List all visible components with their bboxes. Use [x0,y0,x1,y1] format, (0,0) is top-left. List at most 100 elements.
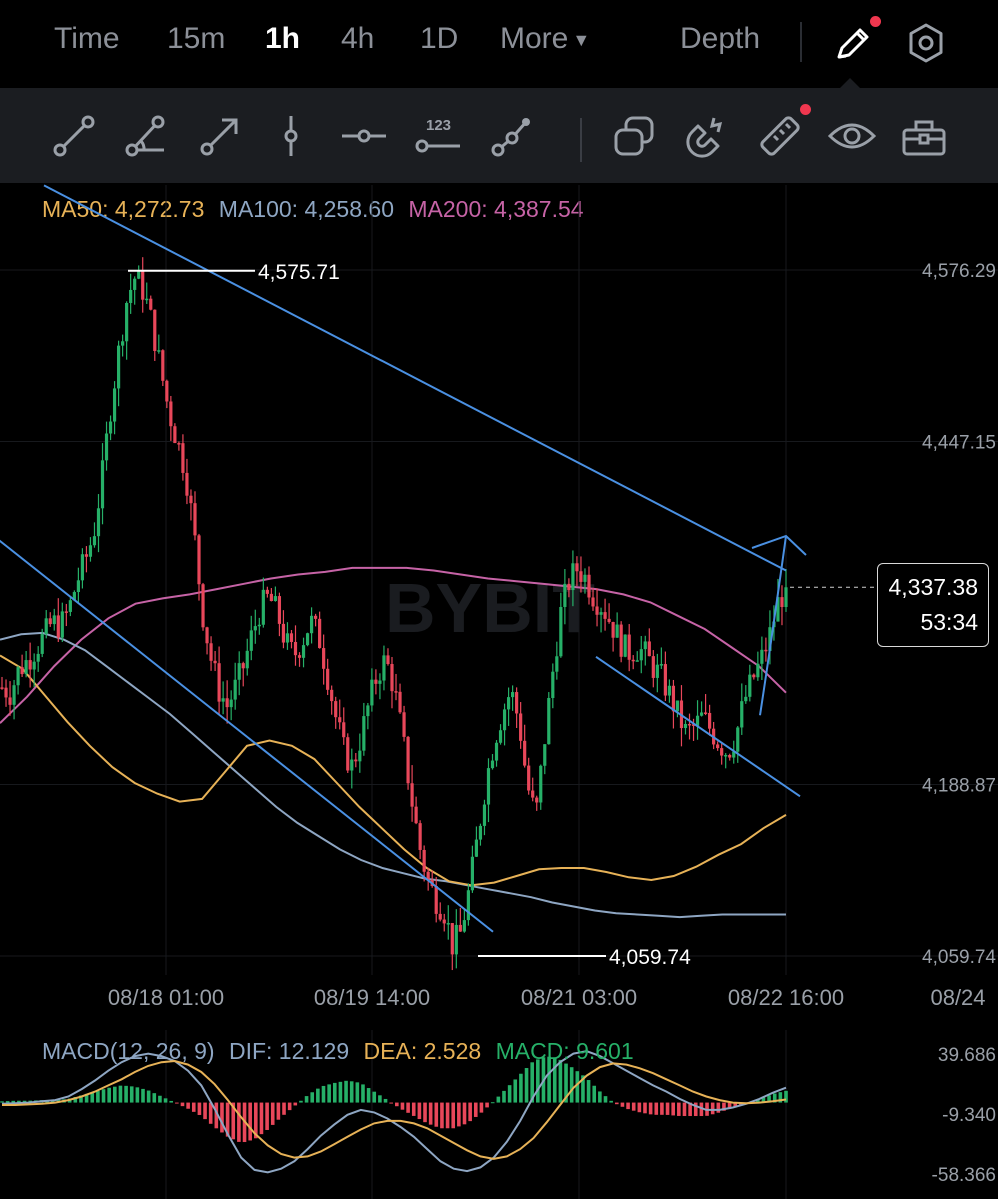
macd-hist-bar [276,1102,281,1120]
candle-body [623,634,627,657]
candle-body [728,754,732,758]
candle-body [305,633,310,646]
candle-body [36,653,40,662]
current-price-tag: 4,337.38 53:34 [877,563,989,647]
candle-body [249,630,253,651]
candle-body [64,611,68,613]
candle-body [229,699,233,708]
macd-hist-bar [620,1102,625,1107]
candle-body [764,649,768,652]
candle-body [442,919,446,924]
macd-hist-bar [169,1100,174,1103]
candle-body [149,298,153,310]
candle-body [48,618,52,625]
candlestick-chart[interactable]: BYBIT 4,575.71 4,059.74 4,576.29 4,447.15 4… [0,0,998,1199]
candle-body [655,664,659,678]
candle-body [414,806,418,824]
macd-hist-bar [417,1102,422,1120]
macd-hist-bar [665,1102,670,1115]
macd-hist-bar [259,1102,264,1135]
macd-hist-bar [316,1088,320,1103]
macd-hist-bar [237,1102,241,1142]
candle-body [394,691,398,693]
candle-body [760,649,764,664]
candle-body [12,685,16,705]
macd-hist-bar [502,1090,506,1103]
candle-body [458,924,462,932]
x-tick-label: 08/21 03:00 [521,985,637,1010]
candle-body [474,839,479,857]
macd-hist-bar [445,1102,450,1129]
macd-hist-bar [332,1082,337,1103]
candle-body [683,723,688,729]
macd-hist-bar [637,1102,642,1113]
candle-body [181,443,185,473]
candle-body [643,641,647,650]
candle-body [60,611,64,638]
macd-hist-bar [107,1087,111,1103]
candle-body [615,624,619,638]
macd-hist-bar [383,1098,388,1103]
macd-hist-bar [710,1102,715,1115]
candle-body [334,701,338,718]
candle-body [177,443,181,445]
macd-hist-bar [677,1102,681,1116]
candle-body [161,350,165,381]
candle-body [221,698,225,702]
macd-hist-bar [338,1081,343,1103]
candle-body [241,663,245,669]
macd-hist-bar [220,1102,224,1133]
candle-body [157,350,161,352]
candle-body [708,712,712,729]
macd-hist-bar [310,1092,315,1103]
candle-body [583,574,587,582]
candle-body [478,825,483,840]
candle-body [32,661,36,670]
candle-body [322,648,326,669]
candle-body [438,913,442,920]
watermark: BYBIT [385,569,595,647]
macd-hist-bar [682,1102,687,1117]
candle-body [76,580,80,593]
candle-body [591,597,595,607]
candle-body [245,650,249,669]
candle-body [559,606,563,657]
candle-body [784,587,788,608]
macd-hist-bar [395,1102,399,1107]
macd-hist-bar [101,1089,106,1103]
macd-hist-bar [428,1102,433,1125]
candle-body [233,679,237,700]
macd-hist-bar [327,1084,331,1103]
candle-body [0,687,4,689]
candle-body [639,649,643,661]
candle-body [217,663,221,702]
macd-hist-bar [671,1102,675,1116]
macd-hist-bar [265,1102,269,1130]
macd-y-tick-label: -9.340 [942,1105,996,1126]
candle-body [651,656,655,678]
candle-body [555,656,559,672]
macd-hist-bar [129,1086,134,1103]
candle-body [470,856,474,891]
candle-body [257,624,261,627]
macd-hist-bar [586,1080,591,1103]
candle-body [486,768,491,805]
candle-body [539,765,543,803]
candle-body [506,697,511,710]
candle-body [213,660,217,664]
candle-body [273,596,277,602]
macd-hist-bar [473,1102,478,1117]
macd-y-tick-label: -58.366 [932,1165,996,1186]
candle-body [370,679,374,706]
macd-hist-bar [411,1102,416,1116]
macd-hist-value: MACD: 9.601 [495,1038,634,1064]
candle-body [350,759,354,771]
candle-body [205,627,209,644]
candle-body [326,668,330,690]
candle-body [129,289,133,303]
candle-body [225,698,229,708]
macd-hist-bar [643,1102,647,1114]
upper-channel-line [43,184,787,572]
macd-hist-bar [603,1096,608,1103]
y-tick-label: 4,059.74 [922,947,996,968]
